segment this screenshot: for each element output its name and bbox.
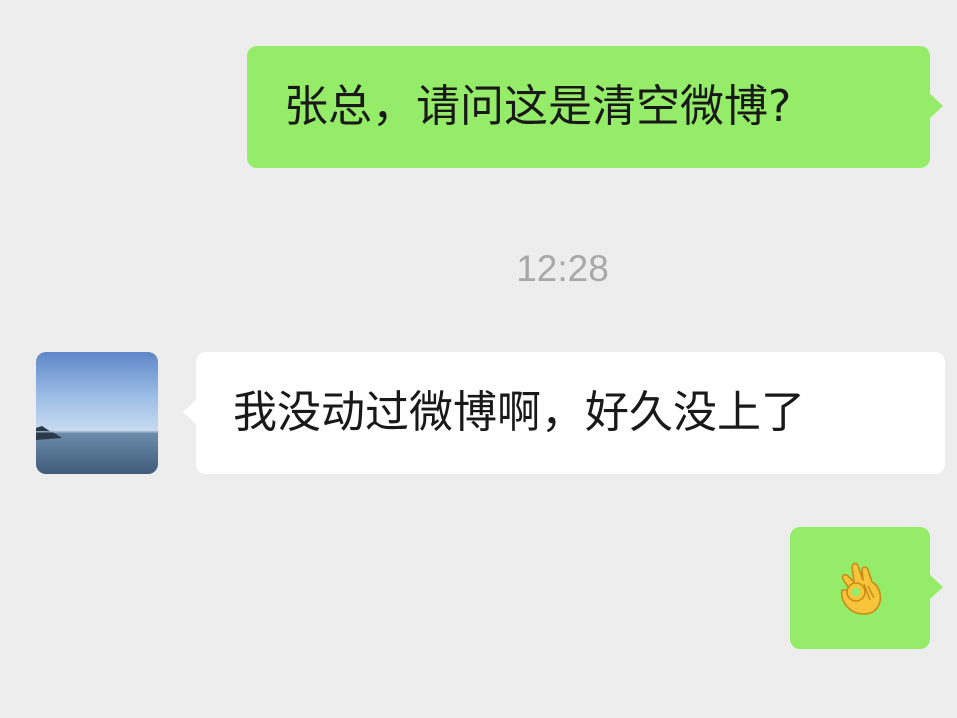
message-bubble-outgoing[interactable] bbox=[790, 527, 943, 649]
message-timestamp: 12:28 bbox=[516, 248, 609, 289]
message-bubble-incoming[interactable]: 我没动过微博啊，好久没上了 bbox=[183, 352, 945, 474]
message-text: 张总，请问这是清空微博? bbox=[284, 81, 792, 132]
message-text: 我没动过微博啊，好久没上了 bbox=[233, 387, 805, 438]
message-bubble-outgoing[interactable]: 张总，请问这是清空微博? bbox=[247, 46, 943, 168]
avatar[interactable] bbox=[36, 352, 158, 474]
ok-hand-icon bbox=[832, 558, 888, 618]
chat-area: 张总，请问这是清空微博? 12:28 我没动过微博啊，好久没上了 bbox=[0, 0, 957, 718]
sea-photo-icon bbox=[36, 352, 158, 474]
